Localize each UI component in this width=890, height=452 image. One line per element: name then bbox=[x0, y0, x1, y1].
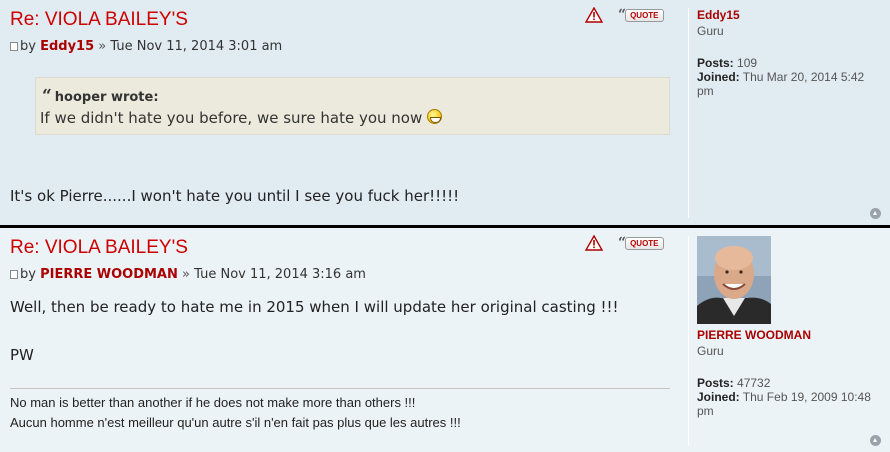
post-date: Tue Nov 11, 2014 3:16 am bbox=[194, 267, 366, 282]
post-2: Re: VIOLA BAILEY'S by PIERRE WOODMAN » T… bbox=[0, 228, 890, 452]
post-body-signoff: PW bbox=[10, 346, 34, 364]
quote-button-label: QUOTE bbox=[625, 8, 664, 22]
grin-smiley-icon bbox=[427, 109, 443, 124]
profile-username[interactable]: PIERRE WOODMAN bbox=[697, 328, 883, 342]
post-body: It's ok Pierre......I won't hate you unt… bbox=[10, 187, 460, 205]
profile-joined: Joined: Thu Feb 19, 2009 10:48 pm bbox=[697, 390, 883, 418]
post-profile: PIERRE WOODMAN Guru Posts: 47732 Joined:… bbox=[688, 236, 883, 446]
profile-rank: Guru bbox=[697, 344, 724, 358]
post-byline: by Eddy15 » Tue Nov 11, 2014 3:01 am bbox=[10, 39, 282, 54]
post-doc-icon[interactable] bbox=[10, 270, 18, 279]
signature-divider bbox=[10, 388, 670, 389]
profile-posts-label: Posts: bbox=[697, 376, 734, 390]
signature-line: No man is better than another if he does… bbox=[10, 395, 416, 410]
byline-separator: » bbox=[182, 267, 190, 282]
quote-author-line: hooper wrote: bbox=[54, 90, 159, 105]
by-prefix: by bbox=[20, 267, 36, 282]
profile-joined: Joined: Thu Mar 20, 2014 5:42 pm bbox=[697, 70, 883, 98]
back-to-top-icon[interactable] bbox=[870, 435, 881, 446]
profile-posts: Posts: 109 bbox=[697, 56, 883, 70]
back-to-top-icon[interactable] bbox=[870, 208, 881, 219]
quoted-message: “hooper wrote: If we didn't hate you bef… bbox=[35, 77, 670, 135]
post-byline: by PIERRE WOODMAN » Tue Nov 11, 2014 3:1… bbox=[10, 267, 366, 282]
report-icon[interactable] bbox=[585, 7, 603, 23]
post-author-link[interactable]: PIERRE WOODMAN bbox=[40, 267, 178, 282]
profile-rank: Guru bbox=[697, 24, 724, 38]
post-1: Re: VIOLA BAILEY'S by Eddy15 » Tue Nov 1… bbox=[0, 0, 890, 225]
byline-separator: » bbox=[98, 39, 107, 54]
quote-button[interactable]: “ QUOTE bbox=[618, 8, 664, 22]
post-date: Tue Nov 11, 2014 3:01 am bbox=[110, 39, 283, 54]
post-title[interactable]: Re: VIOLA BAILEY'S bbox=[10, 237, 188, 259]
by-prefix: by bbox=[20, 39, 36, 54]
profile-posts: Posts: 47732 bbox=[697, 376, 883, 390]
report-icon[interactable] bbox=[585, 235, 603, 251]
post-doc-icon[interactable] bbox=[10, 42, 18, 51]
quote-text-row: If we didn't hate you before, we sure ha… bbox=[40, 109, 443, 127]
post-profile: Eddy15 Guru Posts: 109 Joined: Thu Mar 2… bbox=[688, 8, 883, 218]
post-body-line: Well, then be ready to hate me in 2015 w… bbox=[10, 298, 619, 316]
quote-cite: “hooper wrote: bbox=[42, 86, 159, 106]
avatar[interactable] bbox=[697, 236, 771, 324]
post-title[interactable]: Re: VIOLA BAILEY'S bbox=[10, 9, 188, 31]
profile-username[interactable]: Eddy15 bbox=[697, 8, 883, 22]
profile-joined-label: Joined: bbox=[697, 70, 740, 84]
profile-posts-label: Posts: bbox=[697, 56, 734, 70]
blockquote-icon: “ bbox=[42, 86, 52, 106]
quote-button[interactable]: “ QUOTE bbox=[618, 236, 664, 250]
profile-posts-value[interactable]: 47732 bbox=[737, 376, 770, 390]
profile-posts-value[interactable]: 109 bbox=[737, 56, 757, 70]
profile-joined-label: Joined: bbox=[697, 390, 740, 404]
quote-text: If we didn't hate you before, we sure ha… bbox=[40, 109, 423, 127]
quote-button-label: QUOTE bbox=[625, 236, 664, 250]
signature-line: Aucun homme n'est meilleur qu'un autre s… bbox=[10, 415, 461, 430]
post-author-link[interactable]: Eddy15 bbox=[40, 39, 94, 54]
